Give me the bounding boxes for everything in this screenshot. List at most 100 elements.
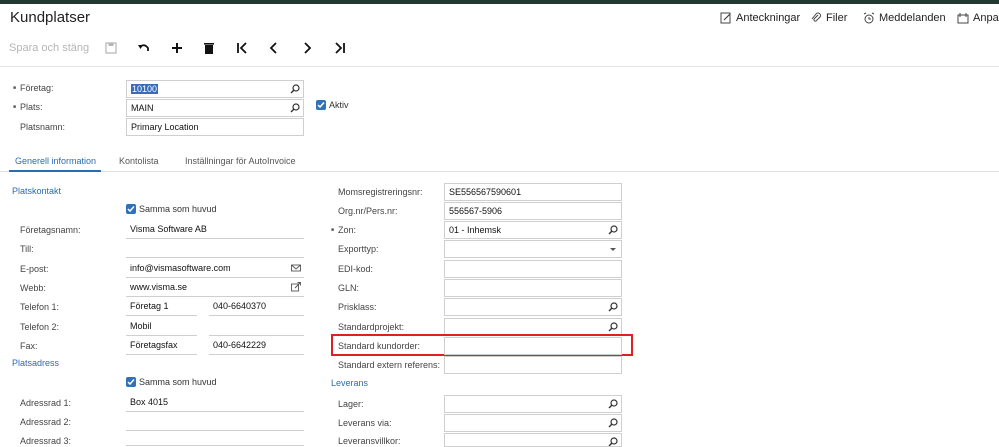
- email-label: E-post:: [20, 264, 49, 274]
- phone2-field[interactable]: [209, 318, 304, 336]
- zone-label: Zon:: [331, 225, 356, 235]
- vat-label: Momsregistreringsnr:: [338, 187, 423, 197]
- platsnamn-field[interactable]: Primary Location: [126, 118, 304, 136]
- checkbox-checked-icon: [126, 204, 136, 214]
- tab-autoinvoice[interactable]: Inställningar för AutoInvoice: [185, 156, 296, 166]
- last-record-button[interactable]: [332, 40, 348, 56]
- vat-value: SE556567590601: [449, 187, 522, 197]
- floppy-disk-icon: [105, 42, 117, 54]
- open-link-icon[interactable]: [291, 282, 301, 292]
- search-icon[interactable]: [608, 399, 618, 409]
- company-name-label: Företagsnamn:: [20, 225, 81, 235]
- search-icon[interactable]: [608, 322, 618, 332]
- phone2-type-value: Mobil: [130, 321, 152, 331]
- address-line1-value: Box 4015: [130, 397, 169, 407]
- search-icon[interactable]: [290, 84, 300, 94]
- envelope-icon[interactable]: [291, 263, 301, 273]
- ship-terms-label: Leveransvillkor:: [338, 436, 401, 446]
- checkbox-checked-icon: [126, 377, 136, 387]
- phone1-label: Telefon 1:: [20, 302, 60, 312]
- phone2-label: Telefon 2:: [20, 322, 60, 332]
- address-same-as-main-label: Samma som huvud: [139, 377, 217, 387]
- orgnr-label: Org.nr/Pers.nr:: [338, 206, 398, 216]
- phone1-field[interactable]: 040-6640370: [209, 298, 304, 316]
- toolbar-divider: [0, 66, 999, 67]
- customize-link[interactable]: Anpas: [957, 12, 999, 24]
- fax-type-field[interactable]: Företagsfax: [126, 337, 197, 355]
- trash-icon: [204, 43, 214, 54]
- fax-type-value: Företagsfax: [130, 340, 178, 350]
- foretag-label: Företag:: [13, 83, 53, 93]
- std-ext-ref-field[interactable]: [444, 356, 622, 374]
- plats-field[interactable]: MAIN: [126, 99, 304, 117]
- export-type-select[interactable]: [444, 240, 622, 258]
- std-ext-ref-label: Standard extern referens:: [338, 360, 441, 370]
- search-icon[interactable]: [608, 418, 618, 428]
- edi-field[interactable]: [444, 260, 622, 278]
- fax-field[interactable]: 040-6642229: [209, 337, 304, 355]
- foretag-field[interactable]: 10100: [126, 80, 304, 98]
- attention-field[interactable]: [126, 240, 304, 258]
- std-project-label: Standardprojekt:: [338, 322, 405, 332]
- web-value: www.visma.se: [130, 282, 188, 292]
- search-icon[interactable]: [290, 103, 300, 113]
- aktiv-checkbox[interactable]: Aktiv: [316, 100, 349, 110]
- gln-field[interactable]: [444, 279, 622, 297]
- address-line2-label: Adressrad 2:: [20, 417, 72, 427]
- orgnr-field[interactable]: 556567-5906: [444, 202, 622, 220]
- messages-link[interactable]: Meddelanden: [863, 12, 946, 24]
- search-icon[interactable]: [608, 437, 618, 447]
- export-type-label: Exporttyp:: [338, 244, 379, 254]
- email-field[interactable]: info@vismasoftware.com: [126, 260, 304, 278]
- address-same-as-main-checkbox[interactable]: Samma som huvud: [126, 377, 217, 387]
- address-line2-field[interactable]: [126, 413, 304, 431]
- alarm-clock-icon: [863, 12, 875, 24]
- vat-field[interactable]: SE556567590601: [444, 183, 622, 201]
- zone-field[interactable]: 01 - Inhemsk: [444, 221, 622, 239]
- ship-terms-field[interactable]: [444, 433, 622, 447]
- phone2-type-field[interactable]: Mobil: [126, 318, 197, 336]
- platsnamn-label: Platsnamn:: [20, 122, 66, 132]
- files-label: Filer: [826, 12, 848, 24]
- delete-button[interactable]: [201, 40, 217, 56]
- web-field[interactable]: www.visma.se: [126, 279, 304, 297]
- phone1-type-field[interactable]: Företag 1: [126, 298, 197, 316]
- price-class-field[interactable]: [444, 298, 622, 316]
- first-record-button[interactable]: [234, 40, 250, 56]
- contact-section-title: Platskontakt: [12, 186, 62, 196]
- plats-value: MAIN: [131, 103, 154, 113]
- company-name-field[interactable]: Visma Software AB: [126, 221, 304, 239]
- tab-active-indicator: [9, 170, 101, 172]
- add-button[interactable]: [169, 40, 185, 56]
- save-close-button[interactable]: Spara och stäng: [9, 42, 89, 54]
- delivery-section-title: Leverans: [331, 378, 369, 388]
- tab-accounts[interactable]: Kontolista: [119, 156, 159, 166]
- std-order-label: Standard kundorder:: [338, 341, 421, 351]
- search-icon[interactable]: [608, 225, 618, 235]
- previous-record-button[interactable]: [266, 40, 282, 56]
- contact-same-as-main-checkbox[interactable]: Samma som huvud: [126, 204, 217, 214]
- save-button[interactable]: [103, 40, 119, 56]
- price-class-label: Prisklass:: [338, 302, 377, 312]
- warehouse-field[interactable]: [444, 395, 622, 413]
- fax-value: 040-6642229: [213, 340, 267, 350]
- undo-icon: [138, 44, 149, 51]
- std-order-field[interactable]: [444, 337, 622, 355]
- address-line1-field[interactable]: Box 4015: [126, 394, 304, 412]
- notes-label: Anteckningar: [736, 12, 801, 24]
- next-record-button[interactable]: [299, 40, 315, 56]
- notes-link[interactable]: Anteckningar: [720, 12, 800, 24]
- customize-icon: [957, 13, 969, 24]
- search-icon[interactable]: [608, 302, 618, 312]
- customize-label: Anpas: [973, 12, 999, 24]
- ship-via-field[interactable]: [444, 414, 622, 432]
- address-line3-field[interactable]: [126, 432, 304, 446]
- address-line1-label: Adressrad 1:: [20, 398, 72, 408]
- checkbox-checked-icon: [316, 100, 326, 110]
- undo-button[interactable]: [136, 40, 152, 56]
- attention-label: Till:: [20, 244, 34, 254]
- tab-general[interactable]: Generell information: [15, 156, 96, 166]
- files-link[interactable]: Filer: [810, 12, 847, 24]
- fax-label: Fax:: [20, 341, 38, 351]
- contact-same-as-main-label: Samma som huvud: [139, 204, 217, 214]
